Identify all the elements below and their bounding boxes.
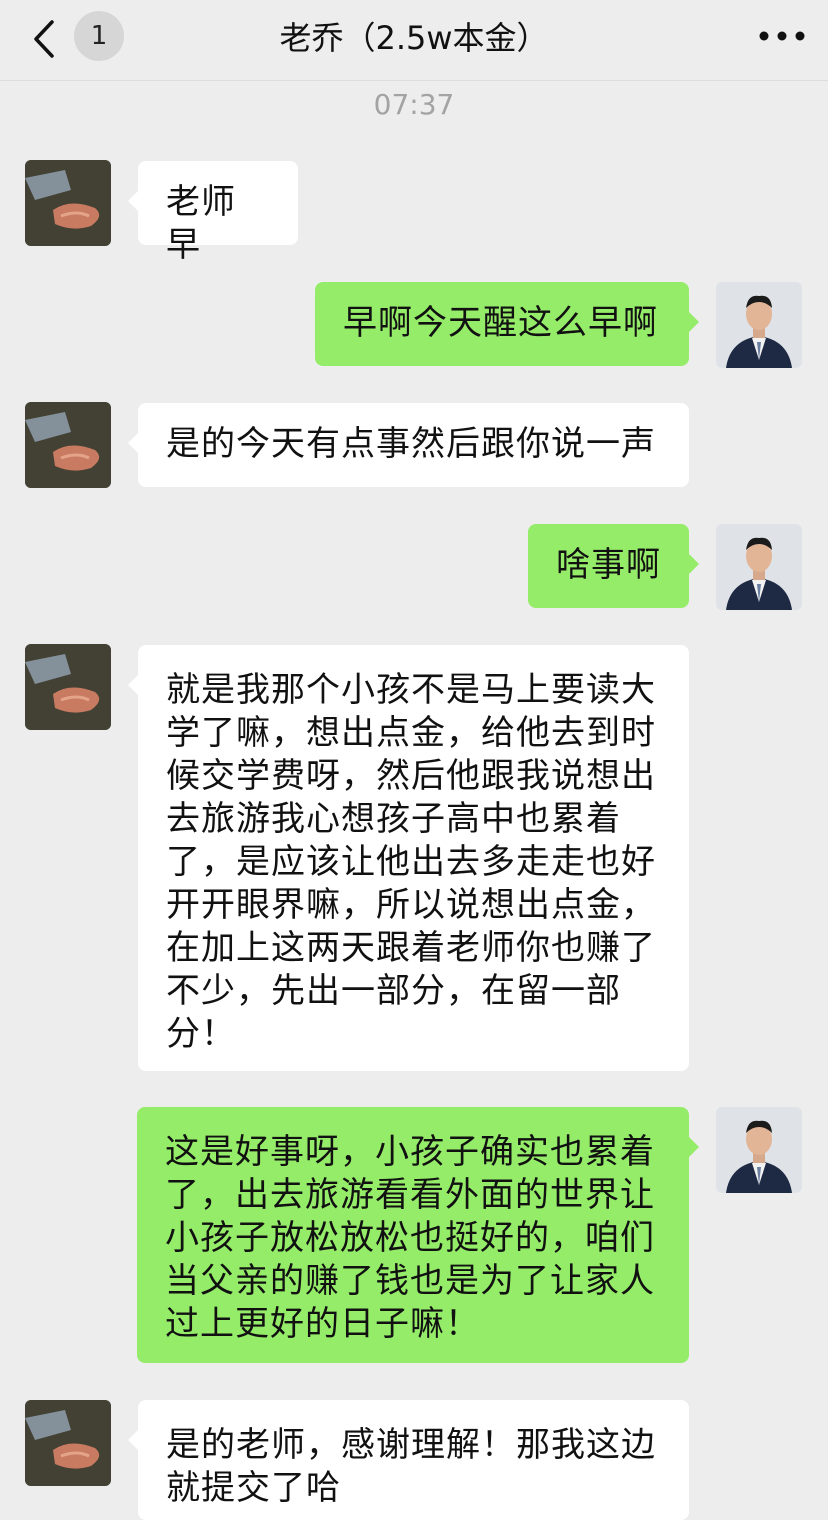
chevron-left-icon <box>34 20 54 58</box>
message-bubble-outgoing[interactable]: 这是好事呀，小孩子确实也累着了，出去旅游看看外面的世界让小孩子放松放松也挺好的，… <box>137 1107 699 1363</box>
chat-header: 1 老乔（2.5w本金） <box>0 0 828 81</box>
chat-title: 老乔（2.5w本金） <box>279 19 549 57</box>
my-avatar[interactable] <box>716 524 802 610</box>
message-bubble-incoming[interactable]: 就是我那个小孩不是马上要读大学了嘛，想出点金，给他去到时候交学费呀，然后他跟我说… <box>128 645 689 1071</box>
my-avatar[interactable] <box>716 1107 802 1193</box>
message-timestamp: 07:37 <box>373 88 455 121</box>
back-button[interactable] <box>22 14 72 64</box>
hands-photo-icon <box>25 402 111 488</box>
more-dots-icon <box>759 31 805 41</box>
message-bubble-incoming[interactable]: 是的今天有点事然后跟你说一声 <box>128 403 689 487</box>
contact-avatar[interactable] <box>25 1400 111 1486</box>
message-bubble-incoming[interactable]: 老师早 <box>128 161 298 265</box>
contact-avatar[interactable] <box>25 402 111 488</box>
message-bubble-outgoing[interactable]: 早啊今天醒这么早啊 <box>315 282 699 366</box>
my-avatar[interactable] <box>716 282 802 368</box>
message-bubble-incoming[interactable]: 是的老师，感谢理解！那我这边就提交了哈 <box>128 1400 689 1520</box>
contact-avatar[interactable] <box>25 160 111 246</box>
man-in-suit-photo-icon <box>716 282 802 368</box>
unread-count-badge[interactable]: 1 <box>74 11 124 61</box>
contact-avatar[interactable] <box>25 644 111 730</box>
hands-photo-icon <box>25 160 111 246</box>
man-in-suit-photo-icon <box>716 1107 802 1193</box>
message-bubble-outgoing[interactable]: 啥事啊 <box>528 524 699 608</box>
more-button[interactable] <box>754 16 810 56</box>
hands-photo-icon <box>25 644 111 730</box>
hands-photo-icon <box>25 1400 111 1486</box>
man-in-suit-photo-icon <box>716 524 802 610</box>
